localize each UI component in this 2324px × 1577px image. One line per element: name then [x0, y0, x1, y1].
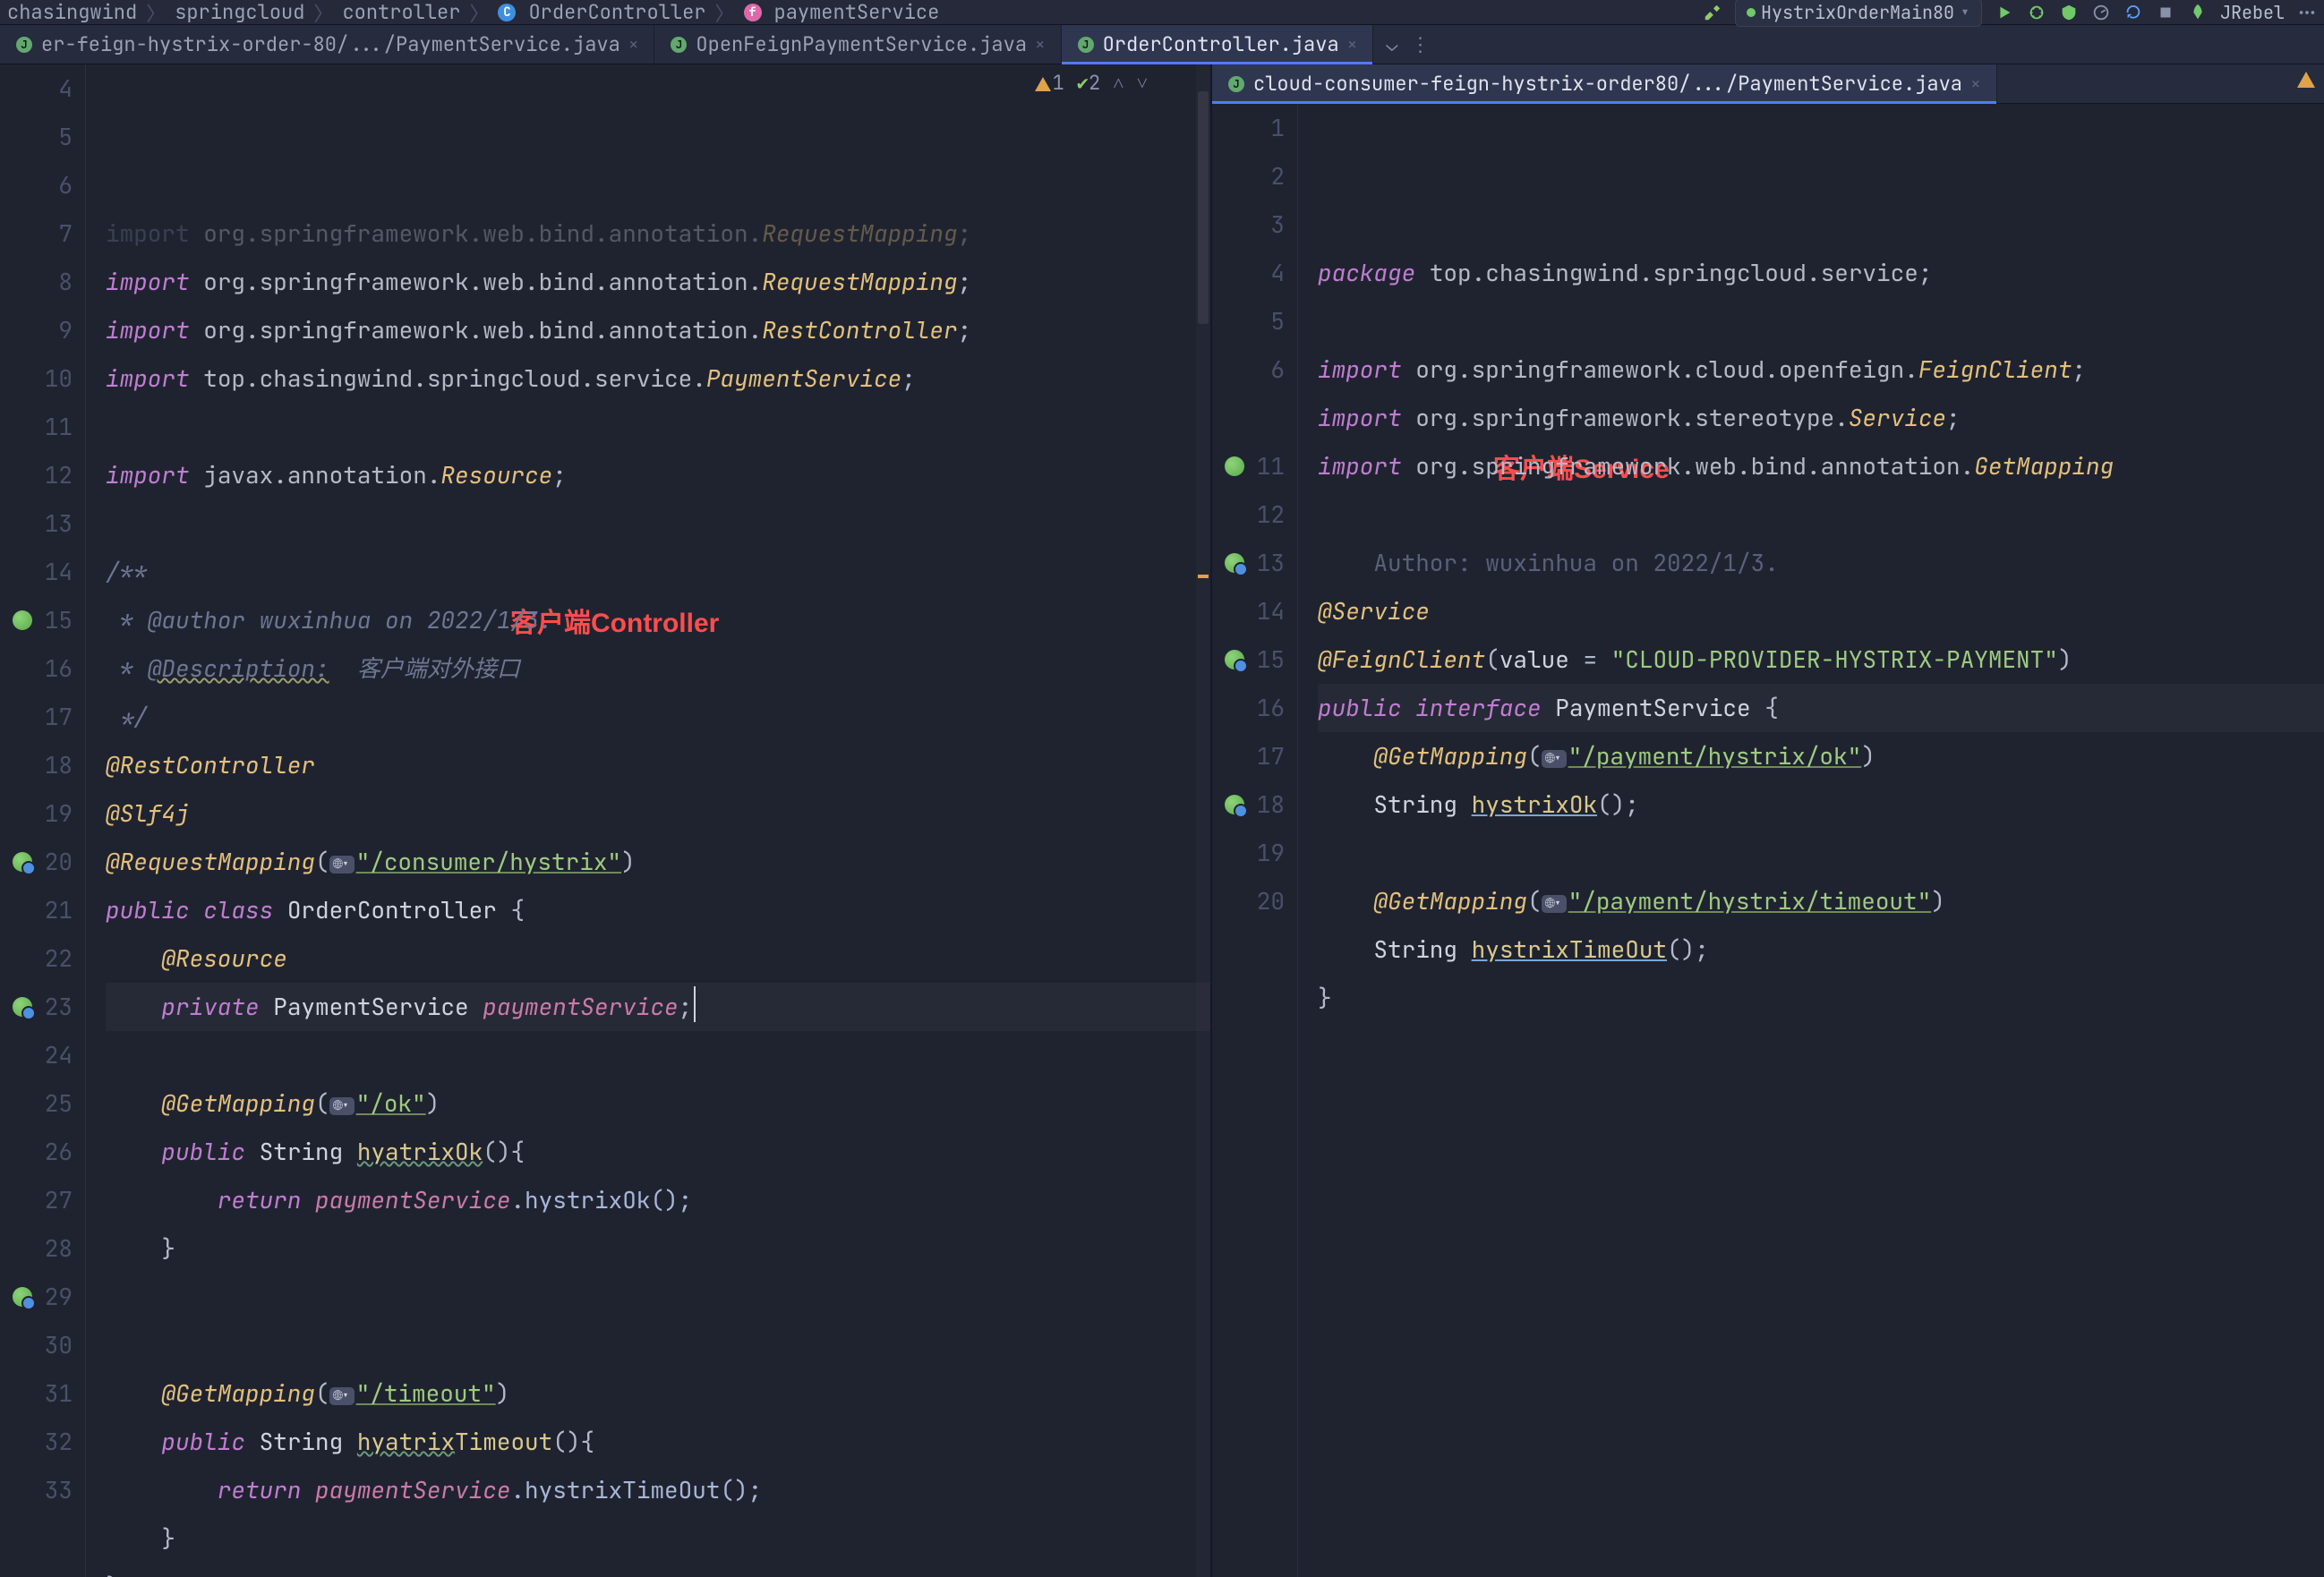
gutter-right[interactable]: 12345611121314151617181920 [1212, 104, 1298, 1577]
tab-payment-service-left[interactable]: J er-feign-hystrix-order-80/.../PaymentS… [0, 25, 654, 64]
editor-pane-right: J cloud-consumer-feign-hystrix-order80/.… [1212, 64, 2324, 1577]
java-file-icon: J [1078, 37, 1094, 53]
tabbar-left: J er-feign-hystrix-order-80/.../PaymentS… [0, 25, 2324, 64]
weak-warning-icon: ✔ [1077, 70, 1089, 96]
field-icon: f [744, 4, 762, 21]
chevron-right-icon: 〉 [313, 0, 333, 27]
java-file-icon: J [1228, 76, 1244, 92]
more-icon[interactable]: ⋮ [1410, 31, 1430, 57]
tab-payment-service-right[interactable]: J cloud-consumer-feign-hystrix-order80/.… [1212, 64, 1997, 103]
warning-icon[interactable] [2297, 72, 2315, 88]
chevron-right-icon: 〉 [469, 0, 489, 27]
crumb-part[interactable]: controller [342, 0, 460, 25]
navbar: chasingwind 〉 springcloud 〉 controller 〉… [0, 0, 2324, 25]
code-left[interactable]: 客户端Controller import org.springframework… [86, 64, 1210, 1577]
editor-pane-left: 4567891011121314151617181920212223242526… [0, 64, 1212, 1577]
crumb-part[interactable]: springcloud [175, 0, 304, 25]
java-file-icon: J [671, 37, 687, 53]
hammer-icon[interactable] [1703, 3, 1722, 22]
tabbar-right: J cloud-consumer-feign-hystrix-order80/.… [1212, 64, 2324, 104]
tab-label: cloud-consumer-feign-hystrix-order80/...… [1253, 71, 1962, 97]
stop-icon[interactable] [2156, 3, 2175, 22]
tab-label: er-feign-hystrix-order-80/.../PaymentSer… [41, 31, 620, 57]
chevron-down-icon: ▾ [1960, 1, 1970, 24]
rerun-icon[interactable] [2123, 3, 2143, 22]
tab-order-controller[interactable]: J OrderController.java ✕ [1062, 25, 1374, 64]
warning-icon [1035, 77, 1051, 91]
crumb-part[interactable]: chasingwind [7, 0, 137, 25]
close-icon[interactable]: ✕ [1971, 74, 1980, 93]
tab-label: OrderController.java [1103, 31, 1339, 57]
close-icon[interactable]: ✕ [629, 35, 638, 54]
rocket-icon[interactable] [2188, 3, 2208, 22]
chevron-up-icon[interactable]: ˄ [1113, 70, 1124, 96]
java-file-icon: J [16, 37, 32, 53]
coverage-icon[interactable] [2059, 3, 2079, 22]
editor-split: 4567891011121314151617181920212223242526… [0, 64, 2324, 1577]
more-icon[interactable] [2297, 3, 2317, 22]
debug-icon[interactable] [2027, 3, 2046, 22]
weak-count: 2 [1089, 70, 1100, 96]
gutter-left[interactable]: 4567891011121314151617181920212223242526… [0, 64, 86, 1577]
tabbar-actions: ⌄ ⋮ [1373, 25, 1442, 64]
crumb-class[interactable]: OrderController [528, 0, 705, 25]
code-right[interactable]: 客户端Service package top.chasingwind.sprin… [1298, 104, 2324, 1577]
chevron-right-icon: 〉 [714, 0, 734, 27]
run-icon[interactable] [1995, 3, 2014, 22]
chevron-down-icon[interactable]: ⌄ [1386, 31, 1397, 57]
warning-count: 1 [1053, 70, 1064, 96]
class-icon: C [498, 4, 516, 21]
editor-right[interactable]: 12345611121314151617181920 客户端Service pa… [1212, 104, 2324, 1577]
crumb-field[interactable]: paymentService [774, 0, 940, 25]
inspection-widget[interactable]: 1 ✔2 ˄ ˅ [1035, 70, 1149, 96]
chevron-down-icon[interactable]: ˅ [1137, 70, 1148, 96]
jrebel-label[interactable]: JRebel [2220, 1, 2285, 24]
chevron-right-icon: 〉 [146, 0, 166, 27]
editor-left[interactable]: 4567891011121314151617181920212223242526… [0, 64, 1210, 1577]
tab-openfeign[interactable]: J OpenFeignPaymentService.java ✕ [654, 25, 1061, 64]
close-icon[interactable]: ✕ [1036, 35, 1045, 54]
run-config-name: HystrixOrderMain80 [1761, 1, 1954, 24]
marker-warning[interactable] [1198, 575, 1209, 578]
profile-icon[interactable] [2091, 3, 2111, 22]
close-icon[interactable]: ✕ [1348, 35, 1357, 54]
run-config-selector[interactable]: HystrixOrderMain80 ▾ [1735, 0, 1982, 27]
scrollbar-thumb[interactable] [1198, 91, 1209, 324]
breadcrumbs[interactable]: chasingwind 〉 springcloud 〉 controller 〉… [7, 0, 939, 27]
tab-label: OpenFeignPaymentService.java [696, 31, 1027, 57]
navbar-right: HystrixOrderMain80 ▾ JRebel [1703, 0, 2317, 27]
scrollbar-left[interactable] [1196, 64, 1210, 1577]
run-status-icon [1747, 8, 1756, 17]
